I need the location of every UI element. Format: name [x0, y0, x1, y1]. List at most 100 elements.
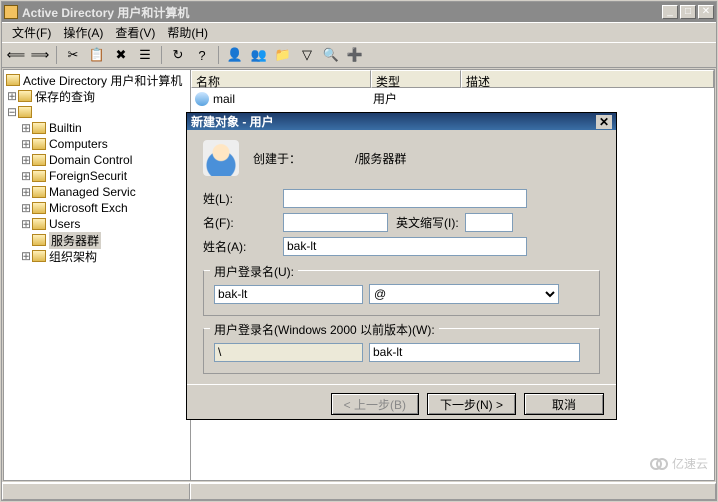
toolbar: ⟸ ⟹ ✂ 📋 ✖ ☰ ↻ ? 👤 👥 📁 ▽ 🔍 ➕	[2, 42, 716, 68]
dialog-title: 新建对象 - 用户	[191, 113, 274, 130]
tree-computers[interactable]: Computers	[49, 137, 108, 151]
window-title: Active Directory 用户和计算机	[22, 4, 660, 21]
user-icon	[203, 140, 239, 176]
created-in-value: /服务器群	[355, 150, 406, 167]
menu-action[interactable]: 操作(A)	[57, 22, 109, 43]
folder-icon	[32, 250, 46, 262]
folder-icon	[32, 170, 46, 182]
legacy-user-input[interactable]	[369, 343, 580, 362]
last-name-input[interactable]	[283, 189, 527, 208]
domain-select[interactable]: @	[369, 284, 559, 304]
folder-icon	[6, 74, 20, 86]
watermark-text: 亿速云	[672, 455, 708, 472]
tree-builtin[interactable]: Builtin	[49, 121, 82, 135]
col-name[interactable]: 名称	[191, 70, 371, 88]
tree-root[interactable]: Active Directory 用户和计算机	[23, 72, 182, 89]
dialog-body: 创建于： /服务器群 姓(L): 名(F): 英文缩写(I): 姓名(A): 用…	[187, 130, 616, 384]
legacy-group-label: 用户登录名(Windows 2000 以前版本)(W):	[210, 321, 439, 338]
new-ou-icon[interactable]: 📁	[273, 45, 293, 65]
app-icon	[4, 5, 18, 19]
menu-file[interactable]: 文件(F)	[6, 22, 57, 43]
help-icon[interactable]: ?	[192, 45, 212, 65]
tree-servers[interactable]: 服务器群	[49, 232, 101, 249]
col-type[interactable]: 类型	[371, 70, 461, 88]
collapse-icon[interactable]: ⊟	[6, 105, 18, 119]
delete-icon[interactable]: ✖	[111, 45, 131, 65]
tree-dc[interactable]: Domain Control	[49, 153, 132, 167]
logon-group-label: 用户登录名(U):	[210, 263, 298, 280]
filter-icon[interactable]: ▽	[297, 45, 317, 65]
folder-icon	[32, 122, 46, 134]
tree-pane[interactable]: Active Directory 用户和计算机 ⊞ 保存的查询 ⊟ ⊞ Builti…	[4, 70, 191, 480]
initials-input[interactable]	[465, 213, 513, 232]
folder-icon	[18, 106, 32, 118]
folder-icon	[32, 154, 46, 166]
new-user-dialog: 新建对象 - 用户 ✕ 创建于： /服务器群 姓(L): 名(F): 英文缩写(…	[186, 112, 617, 420]
list-row[interactable]: mail 用户	[191, 88, 714, 109]
folder-icon	[32, 186, 46, 198]
expand-icon[interactable]: ⊞	[6, 89, 18, 103]
cell-name: mail	[213, 92, 373, 106]
legacy-domain-input	[214, 343, 363, 362]
list-header: 名称 类型 描述	[191, 70, 714, 88]
tree-exch[interactable]: Microsoft Exch	[49, 201, 128, 215]
tree-saved[interactable]: 保存的查询	[35, 88, 95, 105]
first-name-label: 名(F):	[203, 214, 283, 231]
expand-icon[interactable]: ⊞	[20, 201, 32, 215]
minimize-button[interactable]: _	[662, 5, 678, 19]
statusbar-pane	[2, 483, 190, 500]
tree-users[interactable]: Users	[49, 217, 80, 231]
user-icon	[195, 92, 209, 106]
tree-msa[interactable]: Managed Servic	[49, 185, 136, 199]
col-desc[interactable]: 描述	[461, 70, 714, 88]
logon-name-input[interactable]	[214, 285, 363, 304]
expand-icon[interactable]: ⊞	[20, 137, 32, 151]
folder-icon	[18, 90, 32, 102]
next-button[interactable]: 下一步(N) >	[427, 393, 516, 415]
full-name-input[interactable]	[283, 237, 527, 256]
dialog-titlebar: 新建对象 - 用户 ✕	[187, 113, 616, 130]
folder-icon	[32, 138, 46, 150]
watermark: 亿速云	[650, 455, 708, 472]
statusbar	[2, 482, 716, 500]
created-in-label: 创建于：	[253, 150, 301, 167]
cancel-button[interactable]: 取消	[524, 393, 604, 415]
paste-icon[interactable]: 📋	[87, 45, 107, 65]
menubar: 文件(F) 操作(A) 查看(V) 帮助(H)	[2, 22, 716, 42]
toolbar-separator	[161, 46, 162, 64]
expand-icon[interactable]: ⊞	[20, 169, 32, 183]
new-user-icon[interactable]: 👤	[225, 45, 245, 65]
expand-icon[interactable]: ⊞	[20, 249, 32, 263]
expand-icon[interactable]: ⊞	[20, 153, 32, 167]
folder-icon	[32, 218, 46, 230]
full-name-label: 姓名(A):	[203, 238, 283, 255]
close-button[interactable]: ✕	[698, 5, 714, 19]
folder-icon	[32, 202, 46, 214]
cut-icon[interactable]: ✂	[63, 45, 83, 65]
logon-group: 用户登录名(U): @	[203, 270, 600, 316]
first-name-input[interactable]	[283, 213, 388, 232]
properties-icon[interactable]: ☰	[135, 45, 155, 65]
expand-icon[interactable]: ⊞	[20, 217, 32, 231]
cell-type: 用户	[373, 90, 463, 107]
tree-fsp[interactable]: ForeignSecurit	[49, 169, 127, 183]
find-icon[interactable]: 🔍	[321, 45, 341, 65]
expand-icon[interactable]: ⊞	[20, 121, 32, 135]
menu-help[interactable]: 帮助(H)	[161, 22, 214, 43]
back-button: < 上一步(B)	[331, 393, 419, 415]
menu-view[interactable]: 查看(V)	[109, 22, 161, 43]
last-name-label: 姓(L):	[203, 190, 283, 207]
watermark-icon	[656, 458, 668, 470]
tree-org[interactable]: 组织架构	[49, 248, 97, 265]
add-icon[interactable]: ➕	[345, 45, 365, 65]
expand-icon[interactable]: ⊞	[20, 185, 32, 199]
forward-icon[interactable]: ⟹	[30, 45, 50, 65]
new-group-icon[interactable]: 👥	[249, 45, 269, 65]
toolbar-separator	[56, 46, 57, 64]
back-icon[interactable]: ⟸	[6, 45, 26, 65]
refresh-icon[interactable]: ↻	[168, 45, 188, 65]
dialog-close-button[interactable]: ✕	[596, 115, 612, 129]
maximize-button[interactable]: □	[680, 5, 696, 19]
statusbar-pane	[190, 483, 716, 500]
initials-label: 英文缩写(I):	[396, 214, 459, 231]
